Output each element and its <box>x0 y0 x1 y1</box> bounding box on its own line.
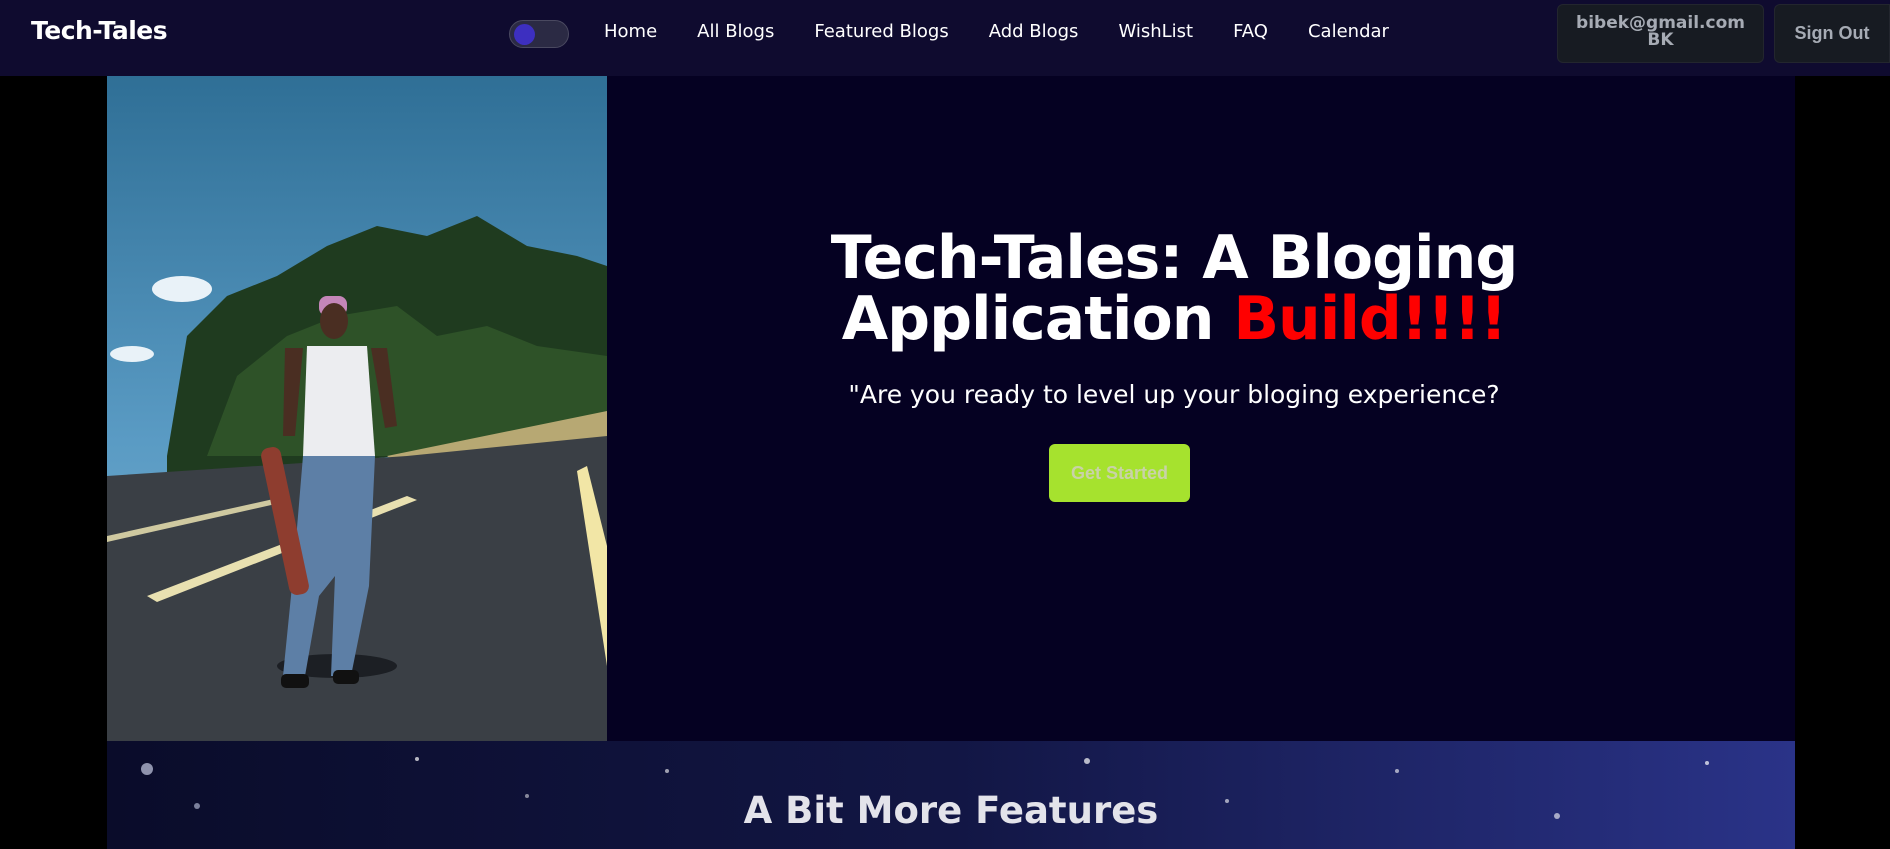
hero-title-line2: Application <box>841 284 1215 354</box>
user-initials: BK <box>1647 30 1674 50</box>
hero-image <box>107 76 607 741</box>
user-account-button[interactable]: bibek@gmail.com BK <box>1557 4 1764 63</box>
theme-toggle[interactable] <box>509 20 569 48</box>
get-started-button[interactable]: Get Started <box>1049 444 1190 502</box>
hero-title-accent: Build!!!! <box>1233 284 1507 354</box>
nav-link-home[interactable]: Home <box>604 21 657 42</box>
nav-link-calendar[interactable]: Calendar <box>1308 21 1389 42</box>
nav-link-wishlist[interactable]: WishList <box>1118 21 1193 42</box>
hero-section: Tech-Tales: A Bloging Application Build!… <box>107 76 1795 741</box>
sign-out-button[interactable]: Sign Out <box>1774 4 1890 63</box>
nav-link-featured-blogs[interactable]: Featured Blogs <box>814 21 948 42</box>
nav-link-add-blogs[interactable]: Add Blogs <box>989 21 1079 42</box>
features-section: A Bit More Features <box>107 741 1795 849</box>
hero-text-block: Tech-Tales: A Bloging Application Build!… <box>714 228 1634 410</box>
brand-logo-text[interactable]: Tech-Tales <box>31 16 168 45</box>
toggle-knob-icon <box>514 24 535 45</box>
top-navbar: Tech-Tales Home All Blogs Featured Blogs… <box>0 0 1890 76</box>
nav-link-faq[interactable]: FAQ <box>1233 21 1268 42</box>
hero-title: Tech-Tales: A Bloging Application Build!… <box>714 228 1634 350</box>
skateboarder-photo <box>107 76 607 741</box>
features-heading: A Bit More Features <box>743 789 1159 832</box>
hero-title-line1: Tech-Tales: A Bloging <box>830 223 1519 293</box>
hero-subtitle: "Are you ready to level up your bloging … <box>848 380 1500 409</box>
nav-link-all-blogs[interactable]: All Blogs <box>697 21 774 42</box>
nav-links: Home All Blogs Featured Blogs Add Blogs … <box>604 21 1389 42</box>
